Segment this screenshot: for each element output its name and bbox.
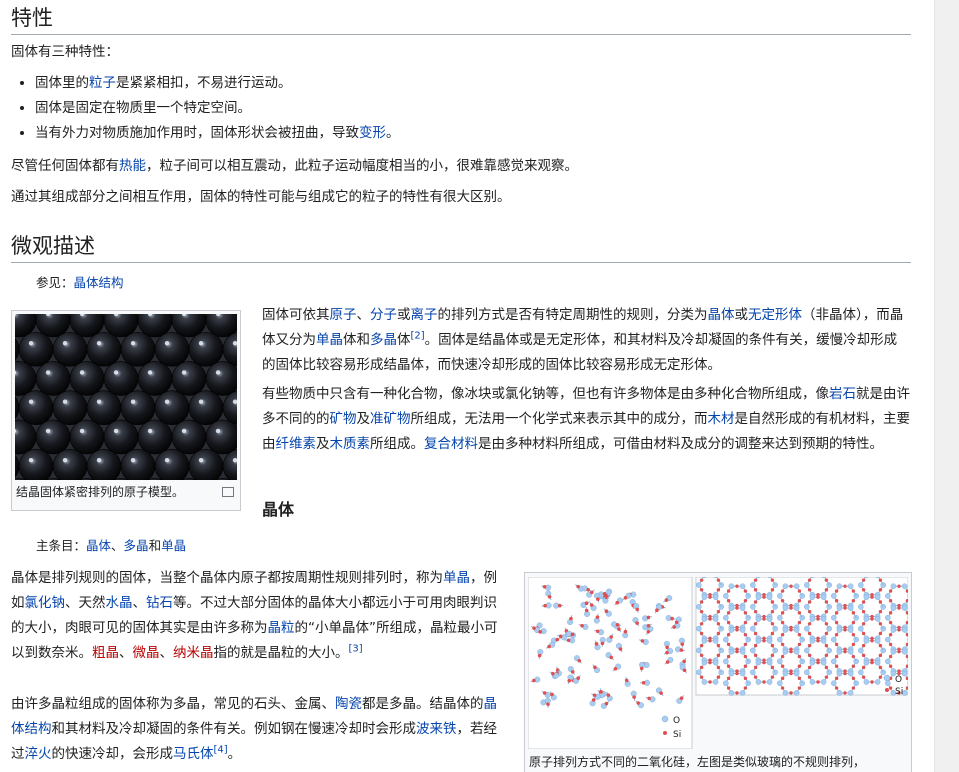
main-article-hatnote: 主条目：晶体、多晶和单晶 (36, 538, 187, 553)
magnify-icon[interactable] (222, 487, 234, 497)
link-nanocrystal[interactable]: 纳米晶 (173, 645, 214, 661)
link-single-crystal[interactable]: 单晶 (316, 332, 343, 348)
article-content: 特性 固体有三种特性： 固体里的粒子是紧紧相扣，不易进行运动。 固体是固定在物质… (0, 0, 934, 772)
silica-caption: 原子排列方式不同的二氧化硅，左图是类似玻璃的不规则排列， (529, 755, 866, 769)
link-ion[interactable]: 离子 (411, 307, 438, 323)
thumbnail-caption: 结晶固体紧密排列的原子模型。 (12, 483, 240, 501)
link-particle[interactable]: 粒子 (89, 75, 116, 91)
link-grain[interactable]: 晶粒 (268, 620, 295, 636)
link-main-polycrystal[interactable]: 多晶 (124, 538, 149, 553)
list-item: 固体里的粒子是紧紧相扣，不易进行运动。 (35, 71, 400, 96)
atom-spheres-image[interactable] (15, 314, 237, 480)
vertical-scrollbar[interactable] (934, 0, 959, 772)
reference-2[interactable]: [2] (411, 331, 425, 342)
legend-oxygen-right: O (895, 675, 902, 685)
legend-oxygen-left: O (673, 716, 680, 726)
link-polycrystal[interactable]: 多晶 (370, 332, 397, 348)
link-single-crystal-2[interactable]: 单晶 (443, 570, 470, 586)
crystal-paragraph-1: 晶体是排列规则的固体，当整个晶体内原子都按周期性规则排列时，称为单晶，例如氯化钠… (11, 570, 498, 661)
link-thermal-energy[interactable]: 热能 (119, 158, 146, 174)
list-item: 当有外力对物质施加作用时，固体形状会被扭曲，导致变形。 (35, 121, 400, 146)
link-main-crystal[interactable]: 晶体 (86, 538, 111, 553)
reference-4[interactable]: [4] (214, 745, 228, 756)
link-cellulose[interactable]: 纤维素 (276, 436, 317, 452)
link-microcrystal[interactable]: 微晶 (133, 645, 160, 661)
link-crystal[interactable]: 晶体 (708, 307, 735, 323)
legend-silicon-left: Si (673, 730, 681, 740)
link-quartz[interactable]: 水晶 (106, 595, 133, 611)
link-lignin[interactable]: 木质素 (330, 436, 371, 452)
link-diamond[interactable]: 钻石 (146, 595, 173, 611)
reference-3[interactable]: [3] (349, 644, 363, 655)
link-composite[interactable]: 复合材料 (424, 436, 478, 452)
link-amorphous[interactable]: 无定形体 (748, 307, 802, 323)
micro-paragraph-1: 固体可依其原子、分子或离子的排列方式是否有特定周期性的规则，分类为晶体或无定形体… (262, 307, 904, 373)
properties-intro: 固体有三种特性： (11, 44, 119, 60)
list-item: 固体是固定在物质里一个特定空间。 (35, 96, 400, 121)
link-ceramic[interactable]: 陶瓷 (335, 696, 362, 712)
legend-silicon-right: Si (895, 687, 903, 697)
thumbnail-silica-structures: O Si O Si 原子排列方式不同的二氧化硅，左图是类似玻璃的不规则排列， (524, 572, 912, 772)
thumbnail-atom-model: 结晶固体紧密排列的原子模型。 (11, 310, 241, 511)
subsection-heading-crystal: 晶体 (262, 500, 295, 519)
properties-paragraph-3: 通过其组成部分之间相互作用，固体的特性可能与组成它的粒子的特性有很大区别。 (11, 189, 511, 205)
link-quenching[interactable]: 淬火 (25, 746, 52, 762)
link-deformation[interactable]: 变形 (359, 125, 386, 141)
link-molecule[interactable]: 分子 (370, 307, 397, 323)
properties-paragraph-2: 尽管任何固体都有热能，粒子间可以相互震动，此粒子运动幅度相当的小，很难靠感觉来观… (11, 158, 578, 174)
link-crystal-structure[interactable]: 晶体结构 (74, 275, 124, 290)
link-rock[interactable]: 岩石 (829, 386, 856, 402)
silica-structures-image[interactable]: O Si O Si (528, 577, 908, 749)
crystal-paragraph-2: 由许多晶粒组成的固体称为多晶，常见的石头、金属、陶瓷都是多晶。结晶体的晶体结构和… (11, 696, 497, 762)
link-wood[interactable]: 木材 (708, 411, 735, 427)
section-heading-properties: 特性 (11, 4, 911, 35)
see-also-hatnote: 参见：晶体结构 (36, 275, 124, 290)
link-coarse-grain[interactable]: 粗晶 (92, 645, 119, 661)
link-sodium-chloride[interactable]: 氯化钠 (25, 595, 66, 611)
link-martensite[interactable]: 马氏体 (173, 746, 214, 762)
link-main-single-crystal[interactable]: 单晶 (161, 538, 186, 553)
micro-paragraph-2: 有些物质中只含有一种化合物，像冰块或氯化钠等，但也有许多物体是由多种化合物所组成… (262, 386, 910, 452)
link-mineral[interactable]: 矿物 (330, 411, 357, 427)
link-atom[interactable]: 原子 (330, 307, 357, 323)
properties-list: 固体里的粒子是紧紧相扣，不易进行运动。 固体是固定在物质里一个特定空间。 当有外… (11, 71, 400, 146)
link-pearlite[interactable]: 波来铁 (416, 721, 457, 737)
section-heading-microscopic: 微观描述 (11, 232, 911, 263)
link-mineraloid[interactable]: 准矿物 (370, 411, 411, 427)
